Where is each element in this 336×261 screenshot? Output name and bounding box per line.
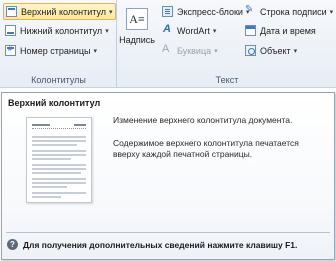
footer-button[interactable]: Нижний колонтитул ▾ <box>5 22 109 39</box>
calendar-icon <box>245 25 256 36</box>
header-button[interactable]: Верхний колонтитул ▾ <box>3 3 116 20</box>
header-footer-group: Верхний колонтитул ▾ Нижний колонтитул ▾… <box>0 0 117 88</box>
footer-button-label: Нижний колонтитул <box>20 25 103 36</box>
quick-parts-button[interactable]: Экспресс-блоки ▾ <box>162 3 249 20</box>
ribbon: Верхний колонтитул ▾ Нижний колонтитул ▾… <box>0 0 336 88</box>
chevron-down-icon: ▾ <box>212 27 217 35</box>
chevron-down-icon: ▾ <box>93 47 97 55</box>
tooltip-description-1: Изменение верхнего колонтитула документа… <box>113 115 293 125</box>
object-icon <box>245 45 256 56</box>
page-number-icon <box>5 44 16 56</box>
textbox-button-label: Надпись <box>119 35 155 45</box>
wordart-icon <box>162 23 173 36</box>
wordart-button[interactable]: WordArt ▾ <box>162 22 216 39</box>
header-preview-image <box>26 117 92 203</box>
dropcap-label: Буквица <box>177 45 212 56</box>
quick-parts-label: Экспресс-блоки <box>177 6 243 17</box>
help-icon: ? <box>7 239 18 250</box>
dropcap-button[interactable]: Буквица ▾ <box>162 42 218 59</box>
preview-header-line <box>32 123 86 129</box>
date-time-label: Дата и время <box>260 25 316 36</box>
date-time-button[interactable]: Дата и время <box>245 22 316 39</box>
signature-line-button[interactable]: Строка подписи ▾ <box>245 3 333 20</box>
header-icon <box>6 6 17 17</box>
quick-parts-icon <box>162 6 173 17</box>
wordart-label: WordArt <box>177 25 210 36</box>
chevron-down-icon: ▾ <box>105 27 109 35</box>
help-hint: ? Для получения дополнительных сведений … <box>7 239 297 250</box>
tooltip-description-2: Содержимое верхнего колонтитула печатает… <box>113 138 299 159</box>
textbox-button[interactable]: A≡ Надпись <box>119 8 155 52</box>
dropcap-icon <box>162 43 173 56</box>
signature-line-icon <box>245 4 256 17</box>
chevron-down-icon: ▾ <box>109 8 113 16</box>
textbox-icon: A≡ <box>126 8 148 30</box>
footer-icon <box>5 25 16 36</box>
group-label-text: Текст <box>215 75 239 85</box>
object-label: Объект <box>260 45 291 56</box>
chevron-down-icon: ▾ <box>214 47 218 55</box>
help-hint-text: Для получения дополнительных сведений на… <box>23 239 298 250</box>
header-button-label: Верхний колонтитул <box>21 6 107 17</box>
page-number-button-label: Номер страницы <box>20 45 91 56</box>
text-group: A≡ Надпись Экспресс-блоки ▾ WordArt ▾ Бу… <box>118 0 336 88</box>
page-number-button[interactable]: Номер страницы ▾ <box>5 42 97 59</box>
tooltip-title: Верхний колонтитул <box>8 98 101 108</box>
tooltip-popup: Верхний колонтитул Изменение верхнего ко… <box>1 92 335 260</box>
object-button[interactable]: Объект ▾ <box>245 42 297 59</box>
tooltip-divider <box>6 232 330 233</box>
group-label-header-footer: Колонтитулы <box>31 75 86 85</box>
signature-line-label: Строка подписи <box>260 6 327 17</box>
chevron-down-icon: ▾ <box>329 8 334 16</box>
chevron-down-icon: ▾ <box>293 47 298 55</box>
